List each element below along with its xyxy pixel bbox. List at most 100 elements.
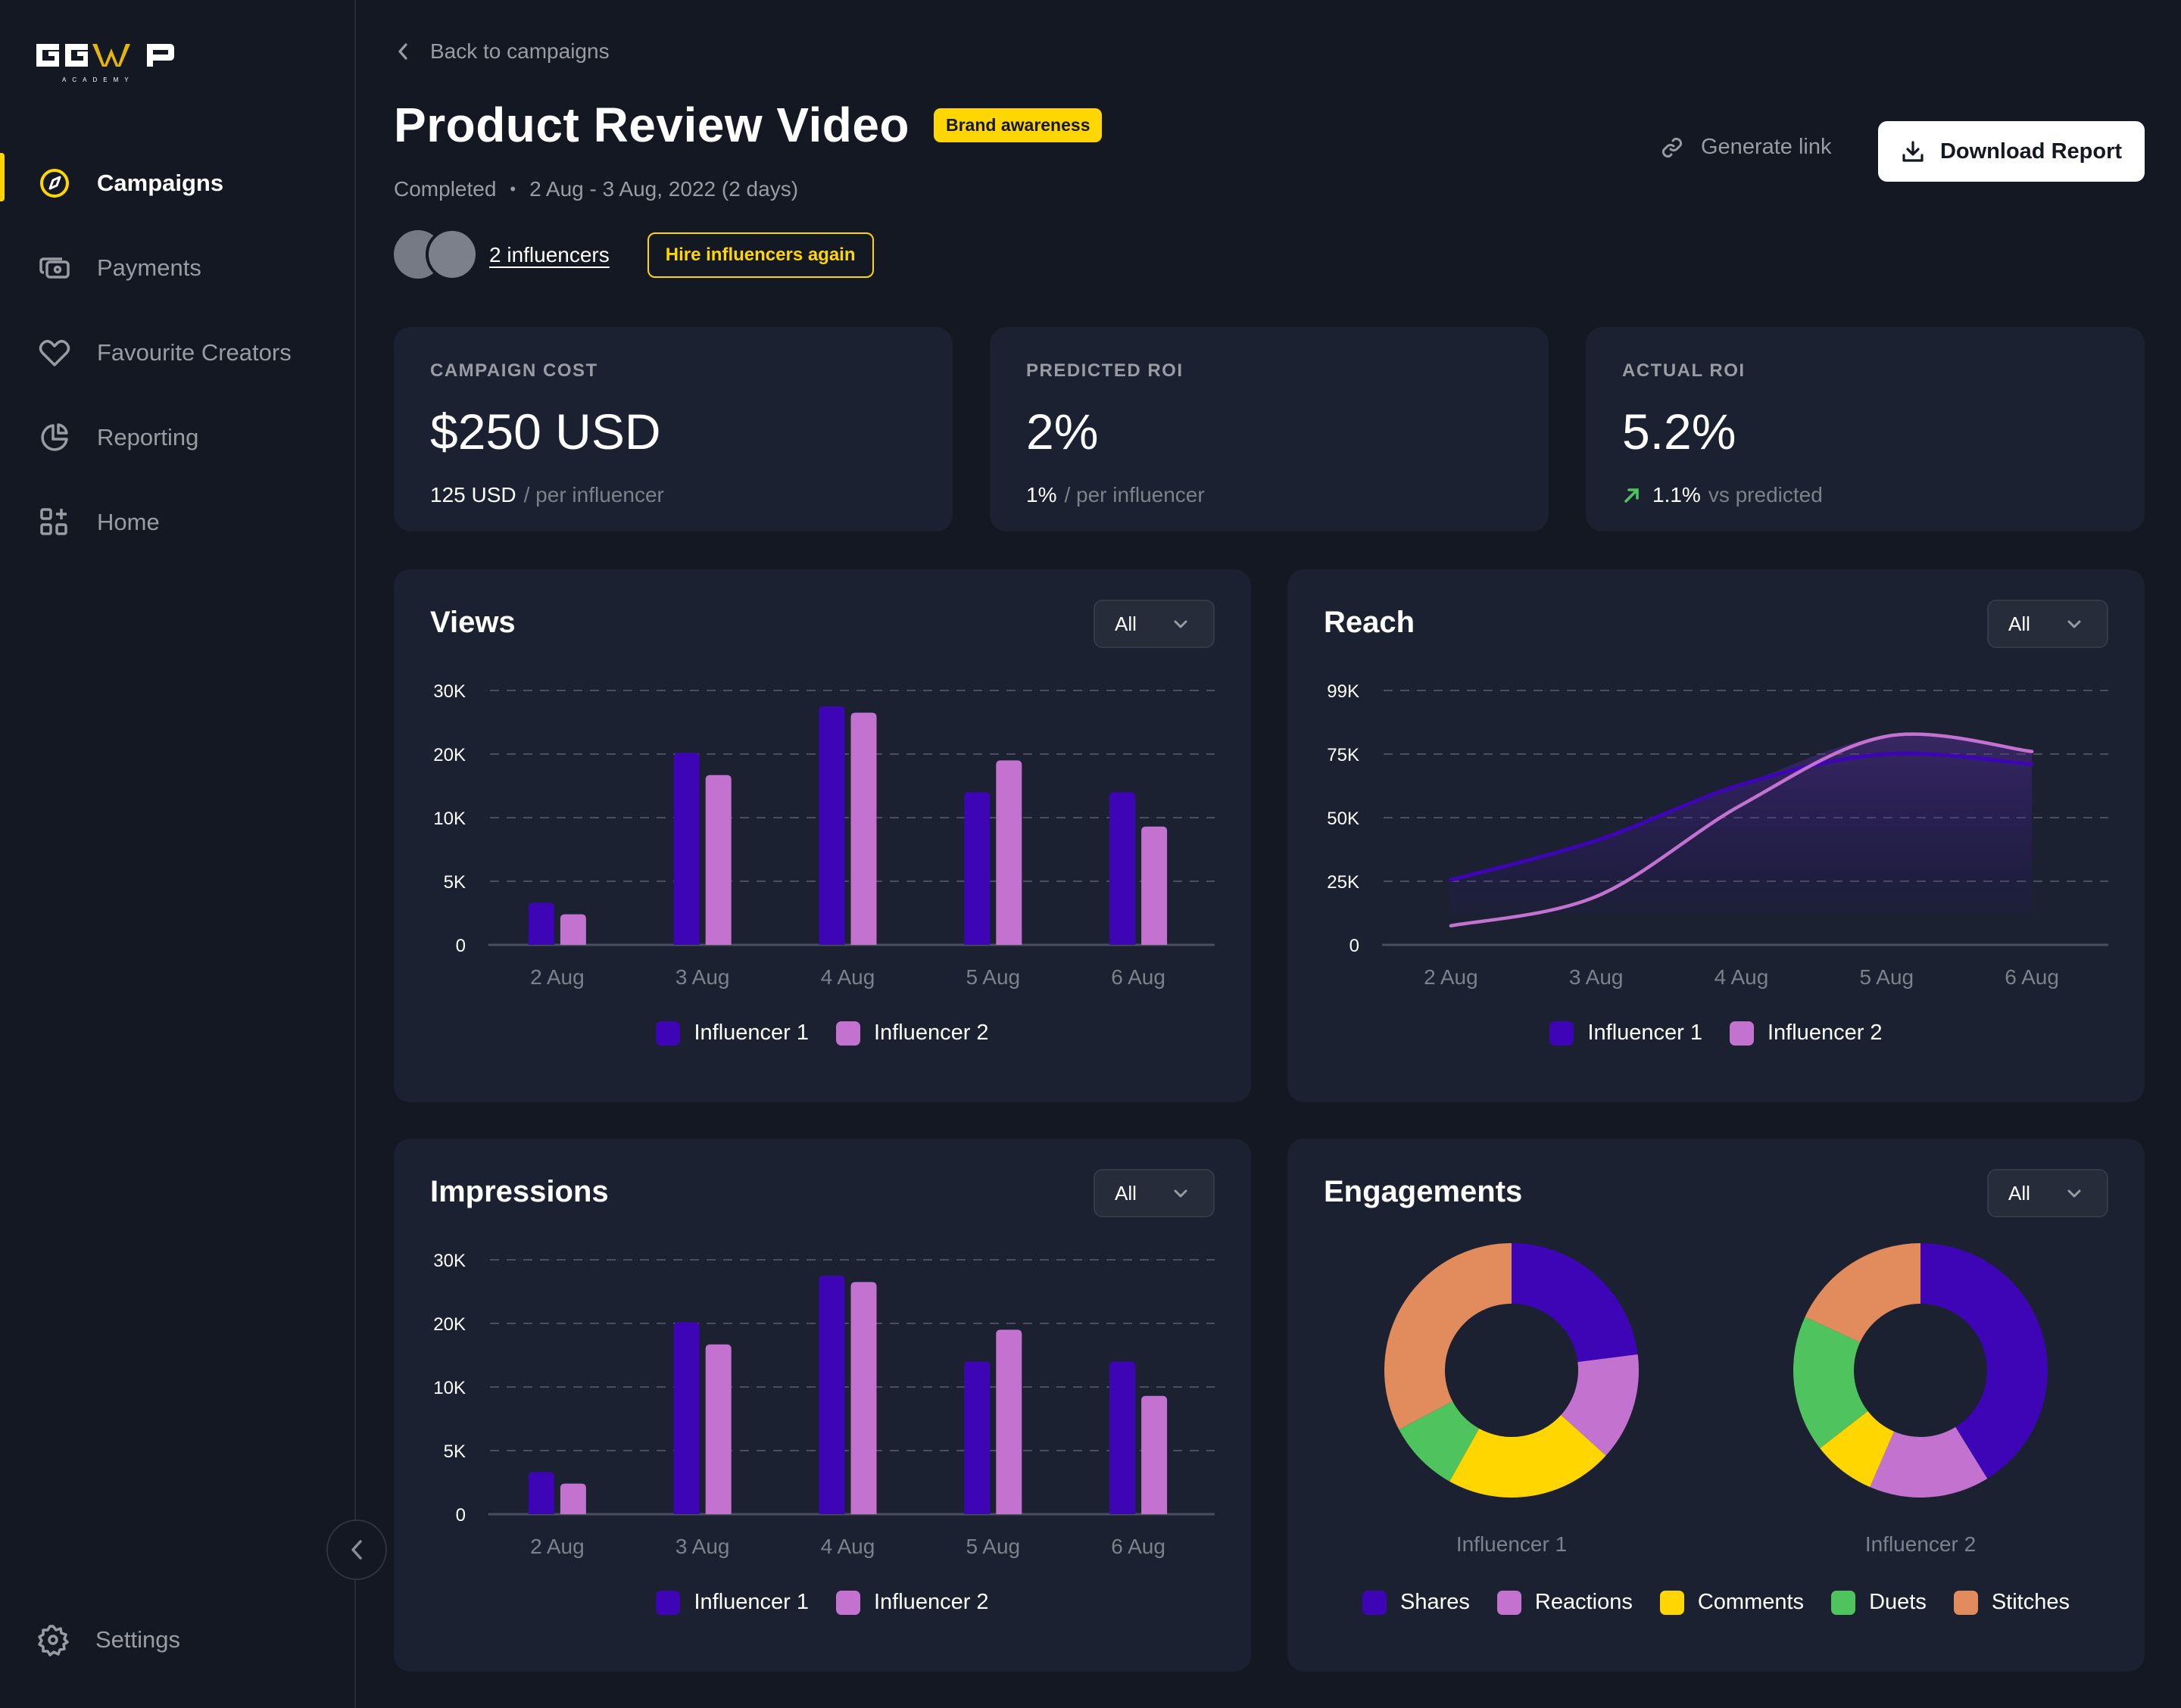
bar-influencer-2-5-aug: [996, 1329, 1022, 1514]
sidebar-item-label: Reporting: [97, 424, 199, 450]
sidebar-item-payments[interactable]: Payments: [0, 226, 354, 310]
stat-sub-label: / per influencer: [523, 483, 664, 506]
x-tick-label: 3 Aug: [676, 1535, 730, 1558]
bar-influencer-2-2-aug: [560, 1483, 586, 1514]
sidebar-item-label: Payments: [97, 254, 201, 281]
stat-value: 2%: [1026, 404, 1099, 460]
legend-item-stitches[interactable]: Stitches: [1953, 1590, 2070, 1615]
bar-influencer-2-4-aug: [850, 712, 877, 945]
y-tick-label: 10K: [433, 1378, 466, 1398]
legend-item-influencer-2[interactable]: Influencer 2: [1730, 1021, 1883, 1046]
impressions-chart-card: Impressions All 0 5K 10K 20K 30K 2 Aug 3 Aug 4 …: [394, 1139, 1251, 1672]
bar-influencer-1-5-aug: [964, 1361, 991, 1514]
stat-sub: 1% / per influencer: [1026, 483, 1512, 507]
x-tick-label: 5 Aug: [1859, 965, 1914, 989]
legend-label: Influencer 1: [1587, 1021, 1702, 1045]
stat-card-predicted-roi: PREDICTED ROI 2% 1% / per influencer: [990, 327, 1549, 531]
collapse-sidebar-button[interactable]: [326, 1519, 387, 1580]
x-tick-label: 4 Aug: [821, 965, 875, 989]
x-tick-label: 5 Aug: [966, 965, 1020, 989]
x-tick-label: 2 Aug: [530, 965, 585, 989]
x-tick-label: 5 Aug: [966, 1535, 1020, 1558]
bar-influencer-1-3-aug: [673, 753, 700, 945]
avatar: [426, 228, 479, 281]
y-tick-label: 50K: [1327, 809, 1359, 829]
legend-label: Duets: [1869, 1590, 1927, 1614]
sidebar-item-label: Campaigns: [97, 170, 224, 196]
stat-sub-label: vs predicted: [1708, 483, 1823, 506]
avatar-group[interactable]: [394, 228, 483, 281]
legend-item-influencer-1[interactable]: Influencer 1: [1549, 1021, 1702, 1046]
download-report-button[interactable]: Download Report: [1878, 121, 2145, 182]
bar-influencer-1-2-aug: [528, 902, 554, 945]
legend-swatch: [1953, 1590, 1978, 1615]
donut-label-influencer-2: Influencer 2: [1864, 1532, 1977, 1556]
legend-swatch: [836, 1590, 860, 1615]
bar-influencer-2-3-aug: [705, 775, 732, 945]
legend-swatch: [1659, 1590, 1684, 1615]
legend-swatch: [836, 1021, 860, 1046]
bar-influencer-2-6-aug: [1141, 1395, 1168, 1514]
legend-item-influencer-2[interactable]: Influencer 2: [836, 1590, 989, 1615]
sidebar-item-settings[interactable]: Settings: [0, 1597, 354, 1682]
stat-card-campaign-cost: CAMPAIGN COST $250 USD 125 USD / per inf…: [394, 327, 953, 531]
bar-influencer-2-2-aug: [560, 914, 586, 945]
ggwp-academy-logo[interactable]: ACADEMY: [35, 38, 179, 85]
legend-item-influencer-1[interactable]: Influencer 1: [656, 1590, 809, 1615]
stat-sub-label: / per influencer: [1064, 483, 1205, 506]
stat-value: 5.2%: [1622, 404, 1736, 460]
generate-link-button[interactable]: Generate link: [1660, 135, 1832, 160]
legend-item-shares[interactable]: Shares: [1362, 1590, 1470, 1615]
y-tick-label: 99K: [1327, 681, 1359, 702]
y-tick-label: 0: [1349, 936, 1359, 956]
back-to-campaigns-link[interactable]: Back to campaigns: [395, 39, 610, 64]
chart-legend: Influencer 1 Influencer 2: [1287, 1021, 2145, 1046]
sidebar-settings: Settings: [0, 1597, 354, 1682]
legend-swatch: [1730, 1021, 1754, 1046]
legend-item-influencer-2[interactable]: Influencer 2: [836, 1021, 989, 1046]
sidebar-item-label: Settings: [95, 1626, 181, 1653]
legend-label: Influencer 2: [874, 1590, 989, 1614]
stat-caption: PREDICTED ROI: [1026, 360, 1184, 381]
legend-item-reactions[interactable]: Reactions: [1496, 1590, 1633, 1615]
chart-legend: Influencer 1 Influencer 2: [394, 1590, 1251, 1615]
influencers-row: 2 influencers Hire influencers again: [394, 228, 874, 281]
stat-caption: ACTUAL ROI: [1622, 360, 1746, 381]
gear-icon: [36, 1623, 70, 1657]
bar-influencer-1-3-aug: [673, 1322, 700, 1514]
back-label: Back to campaigns: [430, 39, 610, 63]
stat-sub-value: 1%: [1026, 483, 1057, 506]
bar-influencer-1-5-aug: [964, 792, 991, 945]
influencers-link[interactable]: 2 influencers: [489, 243, 610, 267]
stat-caption: CAMPAIGN COST: [430, 360, 598, 381]
sidebar: ACADEMY Campaigns Payments Favourite Cre…: [0, 0, 356, 1708]
views-chart-card: Views All 0 5K 10K 20K 30K 2 Aug 3 Aug 4 Aug 5 A…: [394, 569, 1251, 1102]
trend-up-icon: [1622, 485, 1642, 505]
engagements-chart-card: Engagements All Influencer 1 Influencer …: [1287, 1139, 2145, 1672]
reach-area-fill: [1450, 735, 2033, 915]
sidebar-item-campaigns[interactable]: Campaigns: [0, 141, 354, 226]
title-row: Product Review Video Brand awareness: [394, 97, 1103, 153]
sidebar-item-reporting[interactable]: Reporting: [0, 395, 354, 480]
donut-label-influencer-1: Influencer 1: [1456, 1532, 1568, 1556]
legend-swatch: [1549, 1021, 1574, 1046]
chart-legend: Shares Reactions Comments Duets Stitches: [1287, 1590, 2145, 1615]
sidebar-item-label: Home: [97, 509, 160, 535]
sidebar-item-favourite-creators[interactable]: Favourite Creators: [0, 310, 354, 395]
sidebar-item-home[interactable]: Home: [0, 480, 354, 565]
legend-item-comments[interactable]: Comments: [1659, 1590, 1805, 1615]
bar-influencer-2-3-aug: [705, 1344, 732, 1514]
hire-influencers-again-button[interactable]: Hire influencers again: [647, 232, 874, 278]
campaign-meta: Completed • 2 Aug - 3 Aug, 2022 (2 days): [394, 177, 798, 201]
legend-item-duets[interactable]: Duets: [1831, 1590, 1927, 1615]
chevron-left-icon: [398, 43, 407, 60]
legend-label: Comments: [1697, 1590, 1805, 1614]
stat-card-actual-roi: ACTUAL ROI 5.2% 1.1% vs predicted: [1586, 327, 2145, 531]
chevron-left-icon: [351, 1540, 362, 1560]
bar-influencer-2-4-aug: [850, 1282, 877, 1514]
legend-swatch: [656, 1021, 681, 1046]
download-icon: [1902, 141, 1924, 162]
x-tick-label: 4 Aug: [821, 1535, 875, 1558]
bar-influencer-1-6-aug: [1109, 1361, 1136, 1514]
legend-item-influencer-1[interactable]: Influencer 1: [656, 1021, 809, 1046]
